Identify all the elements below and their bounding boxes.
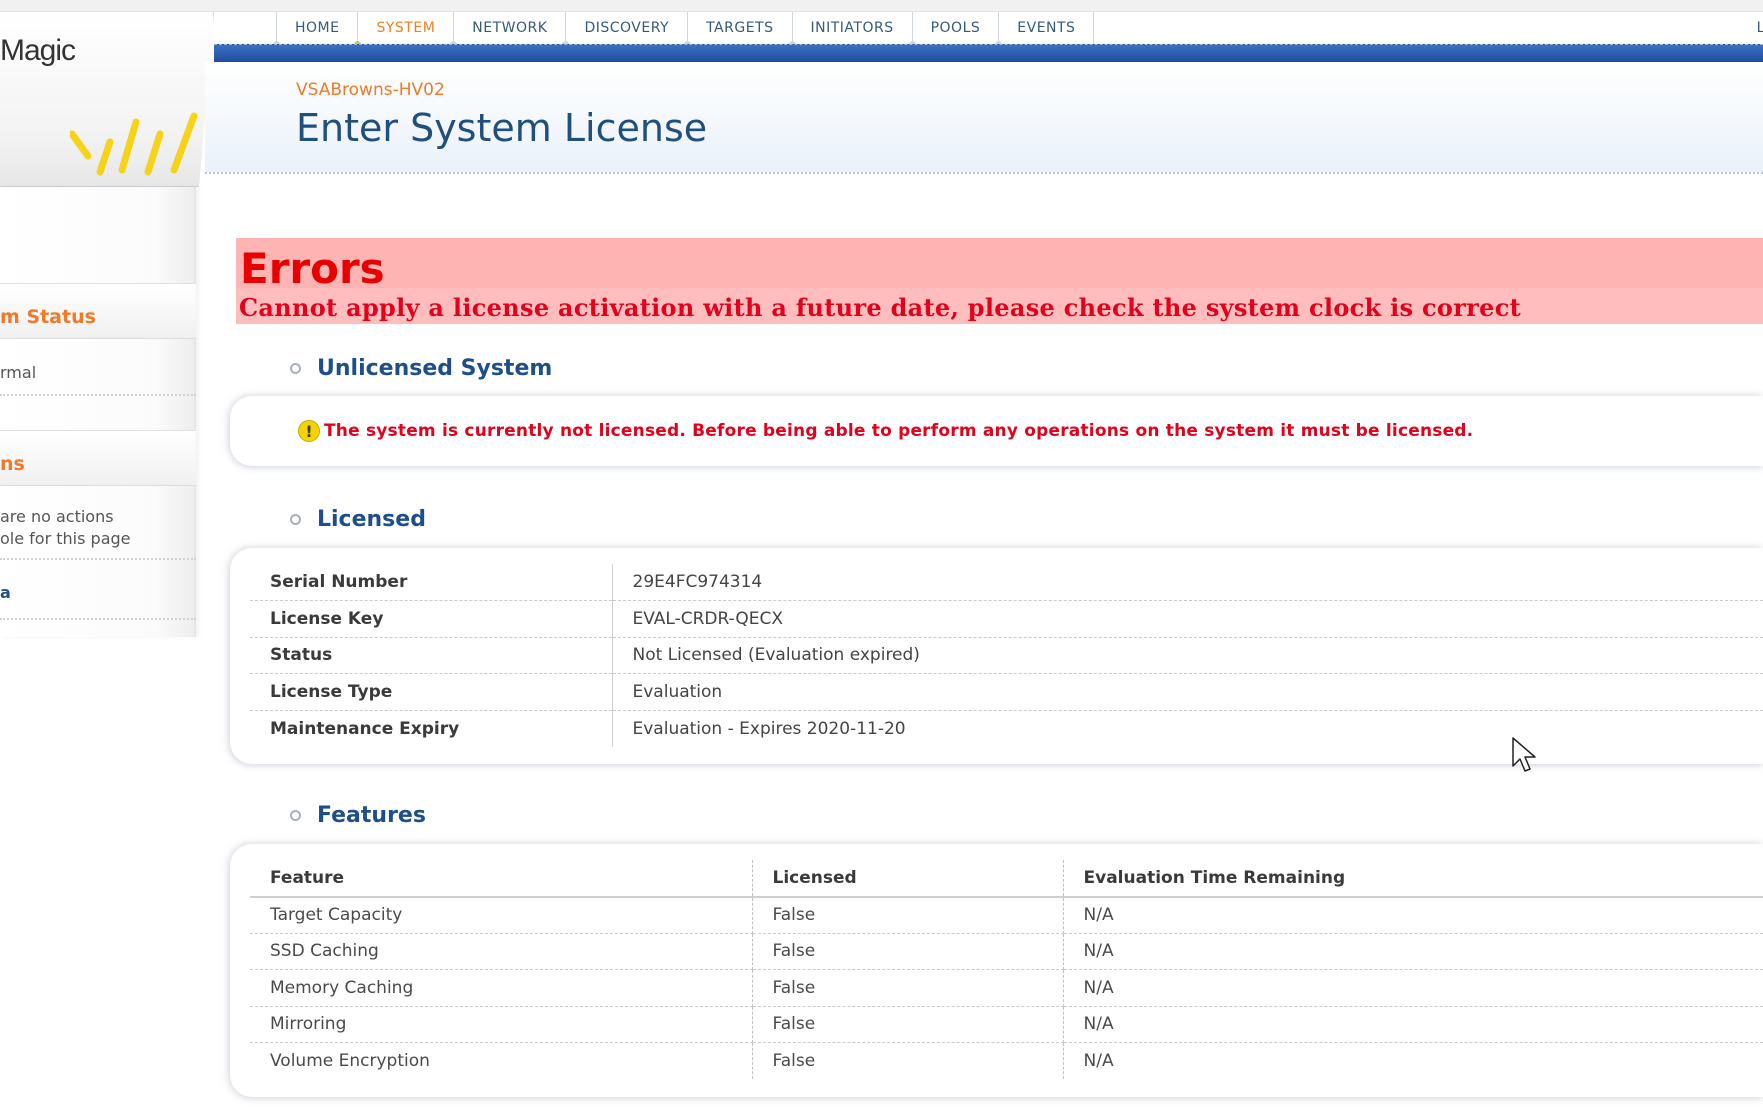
feature-cell: N/A	[1063, 969, 1763, 1007]
feature-cell: N/A	[1063, 933, 1763, 970]
section-unlicensed-title: Unlicensed System	[290, 356, 552, 381]
logo-panel: Magic	[0, 12, 214, 187]
feature-cell: Mirroring	[250, 1006, 753, 1043]
top-strip	[0, 0, 1763, 12]
feature-cell: False	[752, 1006, 1064, 1043]
sidebar-actions-header: ns	[0, 430, 196, 486]
license-row-value: Not Licensed (Evaluation expired)	[612, 637, 1763, 674]
nav-item-discovery[interactable]: DISCOVERY	[562, 12, 689, 48]
license-row: License Type Evaluation	[250, 673, 1763, 711]
license-row-value: Evaluation	[612, 673, 1763, 711]
nav-item-label: INITIATORS	[810, 20, 894, 36]
sidebar-status-header: m Status	[0, 283, 196, 339]
license-row-value: Evaluation - Expires 2020-11-20	[632, 718, 906, 739]
error-message: Cannot apply a license activation with a…	[239, 293, 1521, 322]
features-header-cell: Evaluation Time Remaining	[1063, 860, 1763, 898]
unlicensed-warning-text: The system is currently not licensed. Be…	[324, 421, 1474, 441]
sidebar: m Status rmal ns are no actions ole for …	[0, 187, 196, 637]
feature-cell: Target Capacity	[250, 896, 753, 934]
nav-item-home[interactable]: HOME	[273, 12, 359, 48]
nav-item-label: EVENTS	[1017, 20, 1076, 36]
sidebar-actions-body: are no actions ole for this page	[0, 487, 196, 560]
feature-cell: False	[752, 896, 1064, 934]
features-header-cell: Licensed	[752, 860, 1064, 898]
sidebar-actions-text-1: are no actions	[0, 507, 114, 526]
section-licensed-title: Licensed	[290, 507, 426, 532]
feature-cell: False	[752, 969, 1064, 1007]
nav-item-label: POOLS	[930, 20, 981, 36]
sidebar-status-value: rmal	[0, 363, 37, 382]
license-table: Serial Number 29E4FC974314 License Key EVAL…	[250, 564, 1763, 747]
nav-item-system[interactable]: SYSTEM	[354, 12, 455, 48]
error-title: Errors	[240, 244, 385, 293]
sidebar-status-body: rmal	[0, 340, 196, 396]
nav-item-label: SYSTEM	[376, 20, 436, 36]
license-row-label: License Type	[250, 673, 613, 711]
nav-item-initiators[interactable]: INITIATORS	[788, 12, 913, 48]
nav-item-label: TARGETS	[706, 20, 774, 36]
feature-row: Target Capacity False N/A	[250, 896, 1763, 934]
warning-icon: !	[298, 420, 320, 442]
feature-cell: N/A	[1063, 1006, 1763, 1043]
feature-cell: False	[752, 1042, 1064, 1079]
sidebar-actions-title: ns	[0, 453, 25, 475]
feature-row: Mirroring False N/A	[250, 1006, 1763, 1043]
license-row-value: EVAL-CRDR-QECX	[612, 600, 1763, 638]
feature-row: Volume Encryption False N/A	[250, 1042, 1763, 1079]
sidebar-footer-item[interactable]: a	[0, 564, 196, 620]
page: Magic HOME SYSTEM NETWORK DISCOVERY TARGETS I…	[0, 0, 1763, 1119]
error-box: Errors Cannot apply a license activation…	[236, 238, 1763, 324]
license-row-label: Maintenance Expiry	[250, 710, 613, 747]
feature-cell: Memory Caching	[250, 969, 753, 1007]
feature-row: SSD Caching False N/A	[250, 933, 1763, 970]
license-row: Status Not Licensed (Evaluation expired)	[250, 637, 1763, 674]
mouse-cursor-icon	[1512, 737, 1536, 772]
sidebar-footer-link[interactable]: a	[0, 583, 11, 602]
license-row-label: Serial Number	[250, 564, 613, 601]
features-header-cell: Feature	[250, 860, 753, 898]
section-licensed-label: Licensed	[317, 507, 426, 532]
nav-item-label: NETWORK	[472, 20, 548, 36]
main-nav: HOME SYSTEM NETWORK DISCOVERY TARGETS INITIAT…	[273, 12, 1095, 48]
section-unlicensed-label: Unlicensed System	[317, 356, 553, 381]
section-features-label: Features	[317, 803, 426, 828]
host-name: VSABrowns-HV02	[296, 80, 445, 100]
sidebar-actions-text-2: ole for this page	[0, 529, 131, 548]
nav-item-targets[interactable]: TARGETS	[684, 12, 793, 48]
feature-cell: Volume Encryption	[250, 1042, 753, 1079]
nav-item-network[interactable]: NETWORK	[450, 12, 567, 48]
license-row: Serial Number 29E4FC974314	[250, 564, 1763, 601]
license-row-value: 29E4FC974314	[612, 564, 1763, 601]
logo-text: Magic	[0, 34, 76, 67]
section-bullet-icon	[290, 363, 301, 374]
license-row: License Key EVAL-CRDR-QECX	[250, 600, 1763, 638]
feature-cell: SSD Caching	[250, 933, 753, 970]
license-row-label: Status	[250, 637, 613, 674]
section-features-title: Features	[290, 803, 426, 828]
error-box-top	[236, 238, 1763, 288]
nav-item-label: HOME	[295, 20, 340, 36]
nav-item-label: DISCOVERY	[584, 20, 670, 36]
nav-item-pools[interactable]: POOLS	[908, 12, 1000, 48]
section-bullet-icon	[290, 810, 301, 821]
sidebar-status-title: m Status	[0, 306, 96, 328]
feature-cell: N/A	[1083, 1051, 1114, 1071]
license-row-label: License Key	[250, 600, 613, 638]
logo-stripes-icon	[70, 112, 198, 176]
section-bullet-icon	[290, 514, 301, 525]
page-title: Enter System License	[296, 106, 708, 150]
features-table: Feature Licensed Evaluation Time Remaining…	[250, 860, 1763, 1079]
feature-cell: False	[752, 933, 1064, 970]
nav-item-events[interactable]: EVENTS	[995, 12, 1095, 48]
nav-right-text[interactable]: La	[1757, 20, 1763, 36]
nav-blue-bar	[214, 44, 1763, 62]
feature-row: Memory Caching False N/A	[250, 969, 1763, 1007]
unlicensed-warning: ! The system is currently not licensed. …	[298, 420, 1473, 442]
feature-cell: N/A	[1063, 896, 1763, 934]
